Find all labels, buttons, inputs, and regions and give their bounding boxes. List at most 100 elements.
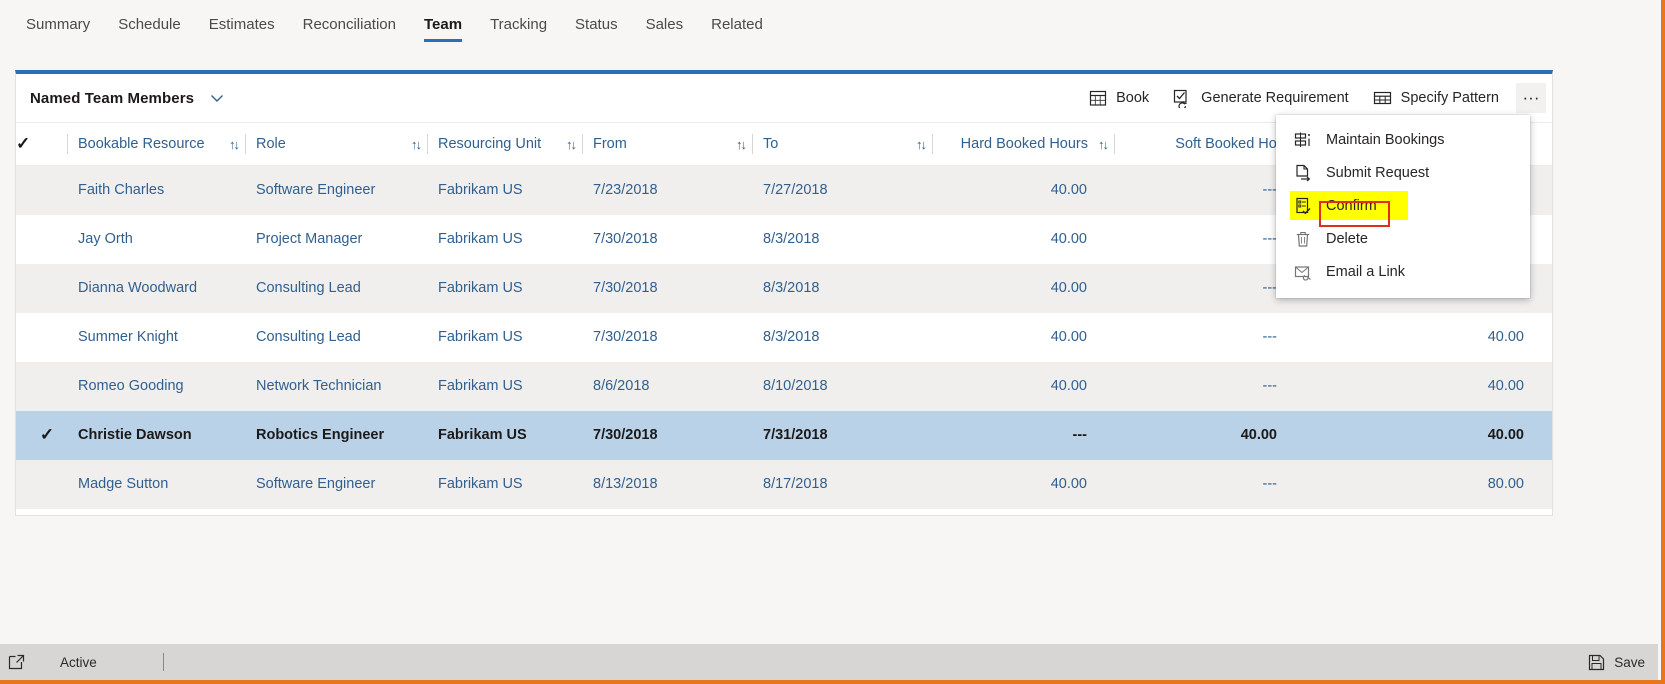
cell-resourcing-unit[interactable]: Fabrikam US	[428, 313, 583, 362]
column-header-from[interactable]: From ↑↓	[583, 122, 753, 166]
column-header-role[interactable]: Role ↑↓	[246, 122, 428, 166]
row-select-cell[interactable]	[16, 166, 68, 215]
menu-item-confirm[interactable]: Confirm	[1276, 189, 1530, 222]
row-select-cell[interactable]	[16, 313, 68, 362]
column-label: From	[593, 136, 627, 152]
form-tab-bar: Summary Schedule Estimates Reconciliatio…	[0, 0, 1665, 48]
menu-item-label: Maintain Bookings	[1326, 131, 1445, 148]
cell-bookable-resource[interactable]: Dianna Woodward	[68, 264, 246, 313]
tab-reconciliation[interactable]: Reconciliation	[289, 0, 410, 48]
select-all-header[interactable]: ✓	[16, 122, 68, 166]
window-frame-bottom	[0, 680, 1665, 684]
column-header-resourcing-unit[interactable]: Resourcing Unit ↑↓	[428, 122, 583, 166]
save-button[interactable]: Save	[1586, 654, 1645, 671]
record-state-label: Active	[60, 654, 97, 670]
cell-from: 8/13/2018	[593, 476, 658, 492]
cell-from: 7/23/2018	[593, 182, 658, 199]
menu-item-email-a-link[interactable]: Email a Link	[1276, 255, 1530, 288]
cell-resourcing-unit[interactable]: Fabrikam US	[428, 215, 583, 264]
cell-bookable-resource[interactable]: Faith Charles	[68, 166, 246, 215]
row-select-cell[interactable]: ✓	[16, 411, 68, 460]
row-select-cell[interactable]	[16, 215, 68, 264]
cell-to: 8/3/2018	[763, 280, 820, 296]
cell-soft-booked-hours: ---	[1262, 476, 1278, 492]
cell-bookable-resource[interactable]: Jay Orth	[68, 215, 246, 264]
row-select-cell[interactable]	[16, 264, 68, 313]
sort-icon[interactable]: ↑↓	[411, 137, 422, 152]
row-select-cell[interactable]	[16, 362, 68, 411]
cell-role[interactable]: Consulting Lead	[246, 313, 428, 362]
cell-resourcing-unit[interactable]: Fabrikam US	[428, 264, 583, 313]
tab-estimates[interactable]: Estimates	[195, 0, 289, 48]
row-select-cell[interactable]	[16, 460, 68, 509]
cell-resourcing-unit[interactable]: Fabrikam US	[428, 460, 583, 509]
table-row[interactable]: Madge Sutton Software Engineer Fabrikam …	[16, 459, 1552, 509]
cell-role[interactable]: Software Engineer	[246, 460, 428, 509]
sort-icon[interactable]: ↑↓	[916, 137, 927, 152]
cell-soft-booked-hours: ---	[1262, 329, 1278, 345]
column-header-hard-booked-hours[interactable]: Hard Booked Hours ↑↓	[933, 122, 1115, 166]
table-row[interactable]: Summer Knight Consulting Lead Fabrikam U…	[16, 312, 1552, 362]
sort-icon[interactable]: ↑↓	[229, 137, 240, 152]
column-label: Role	[256, 136, 286, 152]
open-record-set-icon[interactable]	[6, 654, 26, 671]
cell-resourcing-unit[interactable]: Fabrikam US	[428, 166, 583, 215]
column-header-to[interactable]: To ↑↓	[753, 122, 933, 166]
menu-item-label: Submit Request	[1326, 164, 1430, 181]
menu-item-maintain-bookings[interactable]: Maintain Bookings	[1276, 123, 1530, 156]
menu-item-delete[interactable]: Delete	[1276, 222, 1530, 255]
calendar-icon	[1088, 89, 1107, 108]
status-divider	[162, 653, 164, 671]
cell-bookable-resource[interactable]: Romeo Gooding	[68, 362, 246, 411]
cell-bookable-resource[interactable]: Summer Knight	[68, 313, 246, 362]
maintain-bookings-icon	[1294, 131, 1312, 149]
book-label: Book	[1116, 90, 1150, 106]
cell-bookable-resource[interactable]: Christie Dawson	[68, 411, 246, 460]
tab-status[interactable]: Status	[561, 0, 632, 48]
table-row[interactable]: Romeo Gooding Network Technician Fabrika…	[16, 361, 1552, 411]
cell-soft-booked-hours: ---	[1262, 378, 1278, 394]
sort-icon[interactable]: ↑↓	[736, 137, 747, 152]
cell-from: 7/30/2018	[593, 231, 658, 247]
sort-icon[interactable]: ↑↓	[566, 137, 577, 152]
table-row-selected[interactable]: ✓ Christie Dawson Robotics Engineer Fabr…	[16, 410, 1552, 460]
tab-team[interactable]: Team	[410, 0, 476, 48]
cell-hard-booked-hours: ---	[1072, 427, 1088, 443]
book-button[interactable]: Book	[1077, 83, 1160, 114]
cell-resourcing-unit[interactable]: Fabrikam US	[428, 362, 583, 411]
save-label: Save	[1614, 654, 1645, 670]
column-header-bookable-resource[interactable]: Bookable Resource ↑↓	[68, 122, 246, 166]
cell-role[interactable]: Consulting Lead	[246, 264, 428, 313]
more-commands-button[interactable]: ···	[1516, 83, 1546, 113]
generate-requirement-button[interactable]: Generate Requirement	[1162, 83, 1360, 114]
window-frame-right	[1661, 0, 1665, 684]
email-link-icon	[1294, 263, 1312, 281]
column-label: Hard Booked Hours	[960, 136, 1088, 152]
cell-role[interactable]: Software Engineer	[246, 166, 428, 215]
tab-related[interactable]: Related	[697, 0, 777, 48]
cell-role[interactable]: Robotics Engineer	[246, 411, 428, 460]
submit-request-icon	[1294, 164, 1312, 182]
cell-role[interactable]: Network Technician	[246, 362, 428, 411]
column-label: To	[763, 136, 779, 152]
cell-from: 7/30/2018	[593, 427, 658, 443]
tab-summary[interactable]: Summary	[12, 0, 104, 48]
overflow-command-menu: Maintain Bookings Submit Request Confirm…	[1276, 115, 1530, 298]
row-selected-checkmark-icon: ✓	[39, 425, 55, 444]
status-bar: Active Save	[0, 644, 1661, 680]
menu-item-submit-request[interactable]: Submit Request	[1276, 156, 1530, 189]
cell-total-hours: 40.00	[1487, 329, 1524, 345]
menu-item-label: Confirm	[1326, 197, 1377, 214]
cell-hard-booked-hours: 40.00	[1050, 231, 1087, 247]
tab-sales[interactable]: Sales	[632, 0, 698, 48]
cell-bookable-resource[interactable]: Madge Sutton	[68, 460, 246, 509]
cell-hard-booked-hours: 40.00	[1050, 280, 1087, 296]
specify-pattern-button[interactable]: Specify Pattern	[1362, 83, 1510, 114]
sort-icon[interactable]: ↑↓	[1098, 137, 1109, 152]
chevron-down-icon[interactable]	[208, 89, 226, 107]
tab-tracking[interactable]: Tracking	[476, 0, 561, 48]
select-all-checkmark-icon: ✓	[16, 134, 31, 153]
cell-resourcing-unit[interactable]: Fabrikam US	[428, 411, 583, 460]
tab-schedule[interactable]: Schedule	[104, 0, 195, 48]
cell-role[interactable]: Project Manager	[246, 215, 428, 264]
